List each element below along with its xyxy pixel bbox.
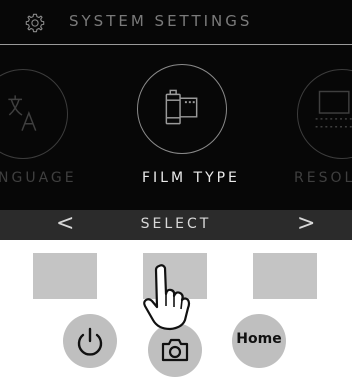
mode-language[interactable]	[0, 69, 68, 159]
mode-label-film-type: FILM TYPE	[142, 170, 240, 186]
mode-label-language: NGUAGE	[0, 170, 77, 186]
mode-resolution[interactable]	[297, 69, 352, 159]
title-bar: SYSTEM SETTINGS	[0, 0, 352, 45]
mode-label-resolution: RESOLU	[294, 170, 352, 186]
left-key[interactable]	[33, 253, 97, 299]
film-roll-icon	[165, 89, 198, 125]
home-label: Home	[236, 331, 282, 347]
power-icon	[77, 327, 103, 356]
resolution-icon	[315, 90, 352, 128]
pointing-hand-icon	[143, 264, 191, 331]
next-arrow-button[interactable]: >	[297, 212, 315, 236]
device: SYSTEM SETTINGS NGUAGE FILM TYPE RESOL <…	[0, 0, 352, 377]
right-key[interactable]	[253, 253, 317, 299]
power-button[interactable]	[63, 314, 117, 368]
bottom-bar: < SELECT >	[0, 210, 352, 240]
language-icon	[8, 95, 37, 131]
mode-film-type[interactable]	[137, 64, 227, 154]
gear-icon	[24, 12, 46, 34]
title-divider	[0, 44, 352, 45]
settings-screen: SYSTEM SETTINGS NGUAGE FILM TYPE RESOL <…	[0, 0, 352, 240]
page-title: SYSTEM SETTINGS	[69, 12, 253, 30]
home-button[interactable]: Home	[232, 314, 286, 368]
